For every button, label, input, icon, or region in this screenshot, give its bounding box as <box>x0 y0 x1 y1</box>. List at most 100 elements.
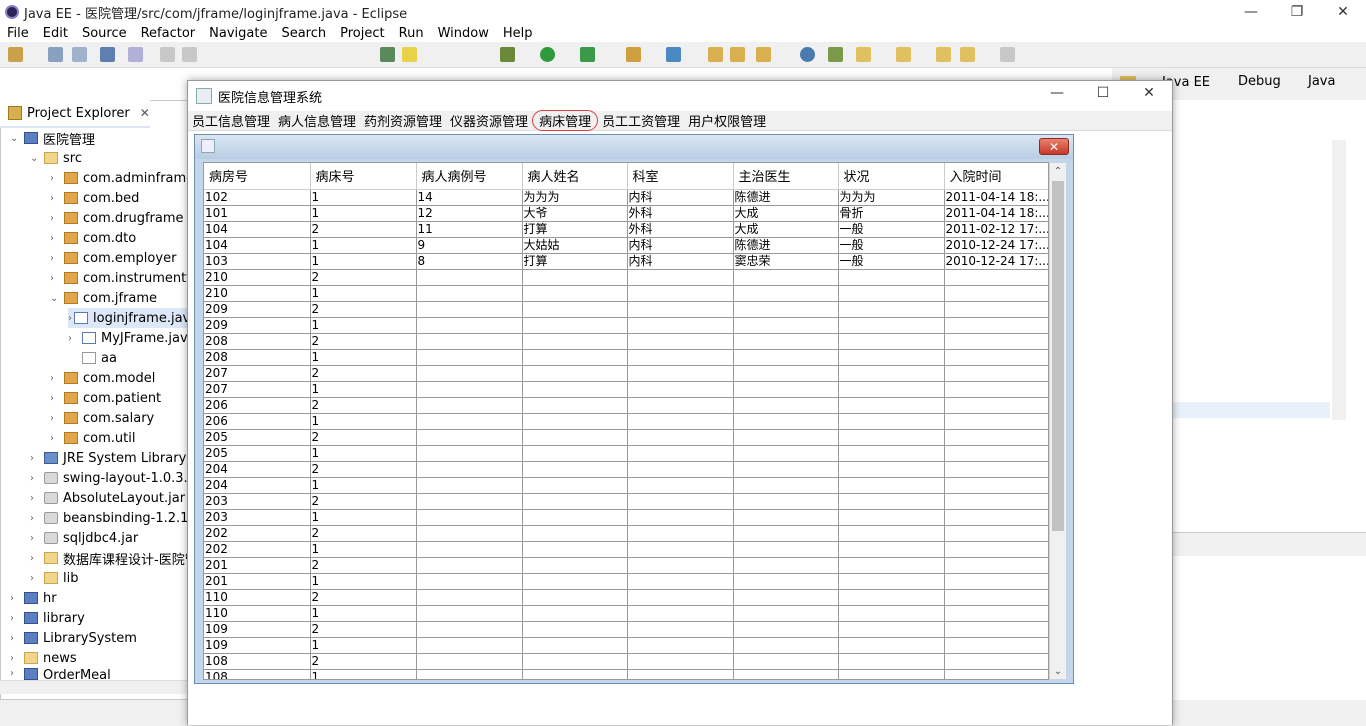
table-cell[interactable] <box>627 605 734 622</box>
menu-refactor[interactable]: Refactor <box>134 26 203 41</box>
table-cell[interactable] <box>627 509 734 526</box>
tree-item[interactable]: › OrderMeal <box>10 668 111 680</box>
table-cell[interactable] <box>733 669 839 679</box>
table-row[interactable]: 207 2 <box>204 365 1048 382</box>
table-cell[interactable]: 2 <box>310 269 417 286</box>
table-cell[interactable] <box>627 557 734 574</box>
new-icon[interactable] <box>8 47 23 62</box>
table-cell[interactable]: 大成 <box>733 221 839 238</box>
table-cell[interactable] <box>627 413 734 430</box>
table-cell[interactable]: 为为为 <box>838 189 945 206</box>
table-cell[interactable]: 1 <box>310 669 417 679</box>
table-cell[interactable]: 201 <box>204 557 311 574</box>
menu-help[interactable]: Help <box>496 26 540 41</box>
chevron-right-icon[interactable]: › <box>50 193 62 204</box>
table-cell[interactable] <box>416 573 523 590</box>
tree-item[interactable]: › com.salary <box>50 408 154 428</box>
menu-edit[interactable]: Edit <box>36 26 75 41</box>
tree-item[interactable]: ⌄ com.jframe <box>50 288 157 308</box>
project-explorer-tab[interactable]: Project Explorer ✕ <box>0 100 150 128</box>
table-cell[interactable] <box>944 381 1048 398</box>
table-cell[interactable]: 206 <box>204 397 311 414</box>
table-cell[interactable]: 208 <box>204 349 311 366</box>
table-cell[interactable]: 108 <box>204 653 311 670</box>
table-cell[interactable]: 内科 <box>627 237 734 254</box>
tree-item[interactable]: › com.employer <box>50 248 176 268</box>
table-cell[interactable] <box>416 653 523 670</box>
table-cell[interactable]: 109 <box>204 637 311 654</box>
table-cell[interactable]: 2010-12-24 17:... <box>944 237 1048 254</box>
table-cell[interactable] <box>522 637 628 654</box>
table-cell[interactable] <box>944 621 1048 638</box>
table-cell[interactable]: 1 <box>310 445 417 462</box>
table-cell[interactable] <box>733 333 839 350</box>
tree-item[interactable]: › com.drugframe <box>50 208 184 228</box>
table-cell[interactable]: 1 <box>310 349 417 366</box>
menu-search[interactable]: Search <box>274 26 333 41</box>
table-cell[interactable] <box>733 573 839 590</box>
table-cell[interactable] <box>416 349 523 366</box>
table-row[interactable]: 102 1 14 为为为 内科 陈德进 为为为 2011-04-14 18:... <box>204 189 1048 206</box>
pencil-icon[interactable] <box>756 47 771 62</box>
chevron-right-icon[interactable]: › <box>30 533 42 544</box>
table-cell[interactable]: 内科 <box>627 189 734 206</box>
chevron-right-icon[interactable]: › <box>50 413 62 424</box>
table-cell[interactable] <box>838 557 945 574</box>
col-header[interactable]: 状况 <box>838 163 945 190</box>
table-cell[interactable]: 1 <box>310 477 417 494</box>
col-header[interactable]: 病人病例号 <box>416 163 523 190</box>
table-cell[interactable] <box>627 381 734 398</box>
chevron-down-icon[interactable]: ⌄ <box>50 293 62 304</box>
table-cell[interactable] <box>733 589 839 606</box>
table-cell[interactable]: 2 <box>310 557 417 574</box>
table-cell[interactable]: 202 <box>204 525 311 542</box>
chevron-right-icon[interactable]: › <box>50 273 62 284</box>
table-cell[interactable] <box>838 429 945 446</box>
run-external-icon[interactable] <box>580 47 595 62</box>
table-cell[interactable] <box>733 365 839 382</box>
table-cell[interactable]: 大成 <box>733 205 839 222</box>
table-cell[interactable] <box>733 413 839 430</box>
table-cell[interactable] <box>838 317 945 334</box>
perspective-debug[interactable]: Debug <box>1238 74 1281 89</box>
table-cell[interactable]: 2 <box>310 221 417 238</box>
table-cell[interactable]: 2011-04-14 18:... <box>944 205 1048 222</box>
new-server-icon[interactable] <box>626 47 641 62</box>
table-cell[interactable] <box>522 365 628 382</box>
table-cell[interactable] <box>733 525 839 542</box>
chevron-right-icon[interactable]: › <box>10 653 22 664</box>
table-row[interactable]: 208 1 <box>204 349 1048 366</box>
table-cell[interactable]: 2 <box>310 365 417 382</box>
menu-user-permission[interactable]: 用户权限管理 <box>684 111 770 130</box>
table-cell[interactable]: 108 <box>204 669 311 679</box>
chevron-right-icon[interactable]: › <box>30 493 42 504</box>
table-cell[interactable] <box>522 573 628 590</box>
table-cell[interactable] <box>838 461 945 478</box>
table-row[interactable]: 202 2 <box>204 525 1048 542</box>
table-cell[interactable]: 14 <box>416 189 523 206</box>
table-cell[interactable] <box>733 509 839 526</box>
table-cell[interactable]: 206 <box>204 413 311 430</box>
chevron-right-icon[interactable]: › <box>30 453 42 464</box>
menu-instrument-resource[interactable]: 仪器资源管理 <box>446 111 532 130</box>
table-cell[interactable]: 203 <box>204 509 311 526</box>
table-cell[interactable] <box>733 461 839 478</box>
table-cell[interactable]: 11 <box>416 221 523 238</box>
table-cell[interactable] <box>522 429 628 446</box>
table-cell[interactable]: 大姑姑 <box>522 237 628 254</box>
table-row[interactable]: 204 2 <box>204 461 1048 478</box>
table-row[interactable]: 207 1 <box>204 381 1048 398</box>
app-close-icon[interactable]: ✕ <box>1126 81 1172 105</box>
table-cell[interactable]: 207 <box>204 381 311 398</box>
table-cell[interactable] <box>627 365 734 382</box>
table-cell[interactable]: 2 <box>310 589 417 606</box>
table-cell[interactable] <box>944 669 1048 679</box>
table-cell[interactable] <box>627 301 734 318</box>
table-cell[interactable] <box>416 637 523 654</box>
table-row[interactable]: 108 1 <box>204 669 1048 679</box>
table-cell[interactable] <box>838 365 945 382</box>
table-cell[interactable] <box>627 541 734 558</box>
scroll-up-icon[interactable]: ⌃ <box>1050 163 1066 179</box>
table-cell[interactable] <box>838 333 945 350</box>
tree-item[interactable]: › lib <box>30 568 78 588</box>
